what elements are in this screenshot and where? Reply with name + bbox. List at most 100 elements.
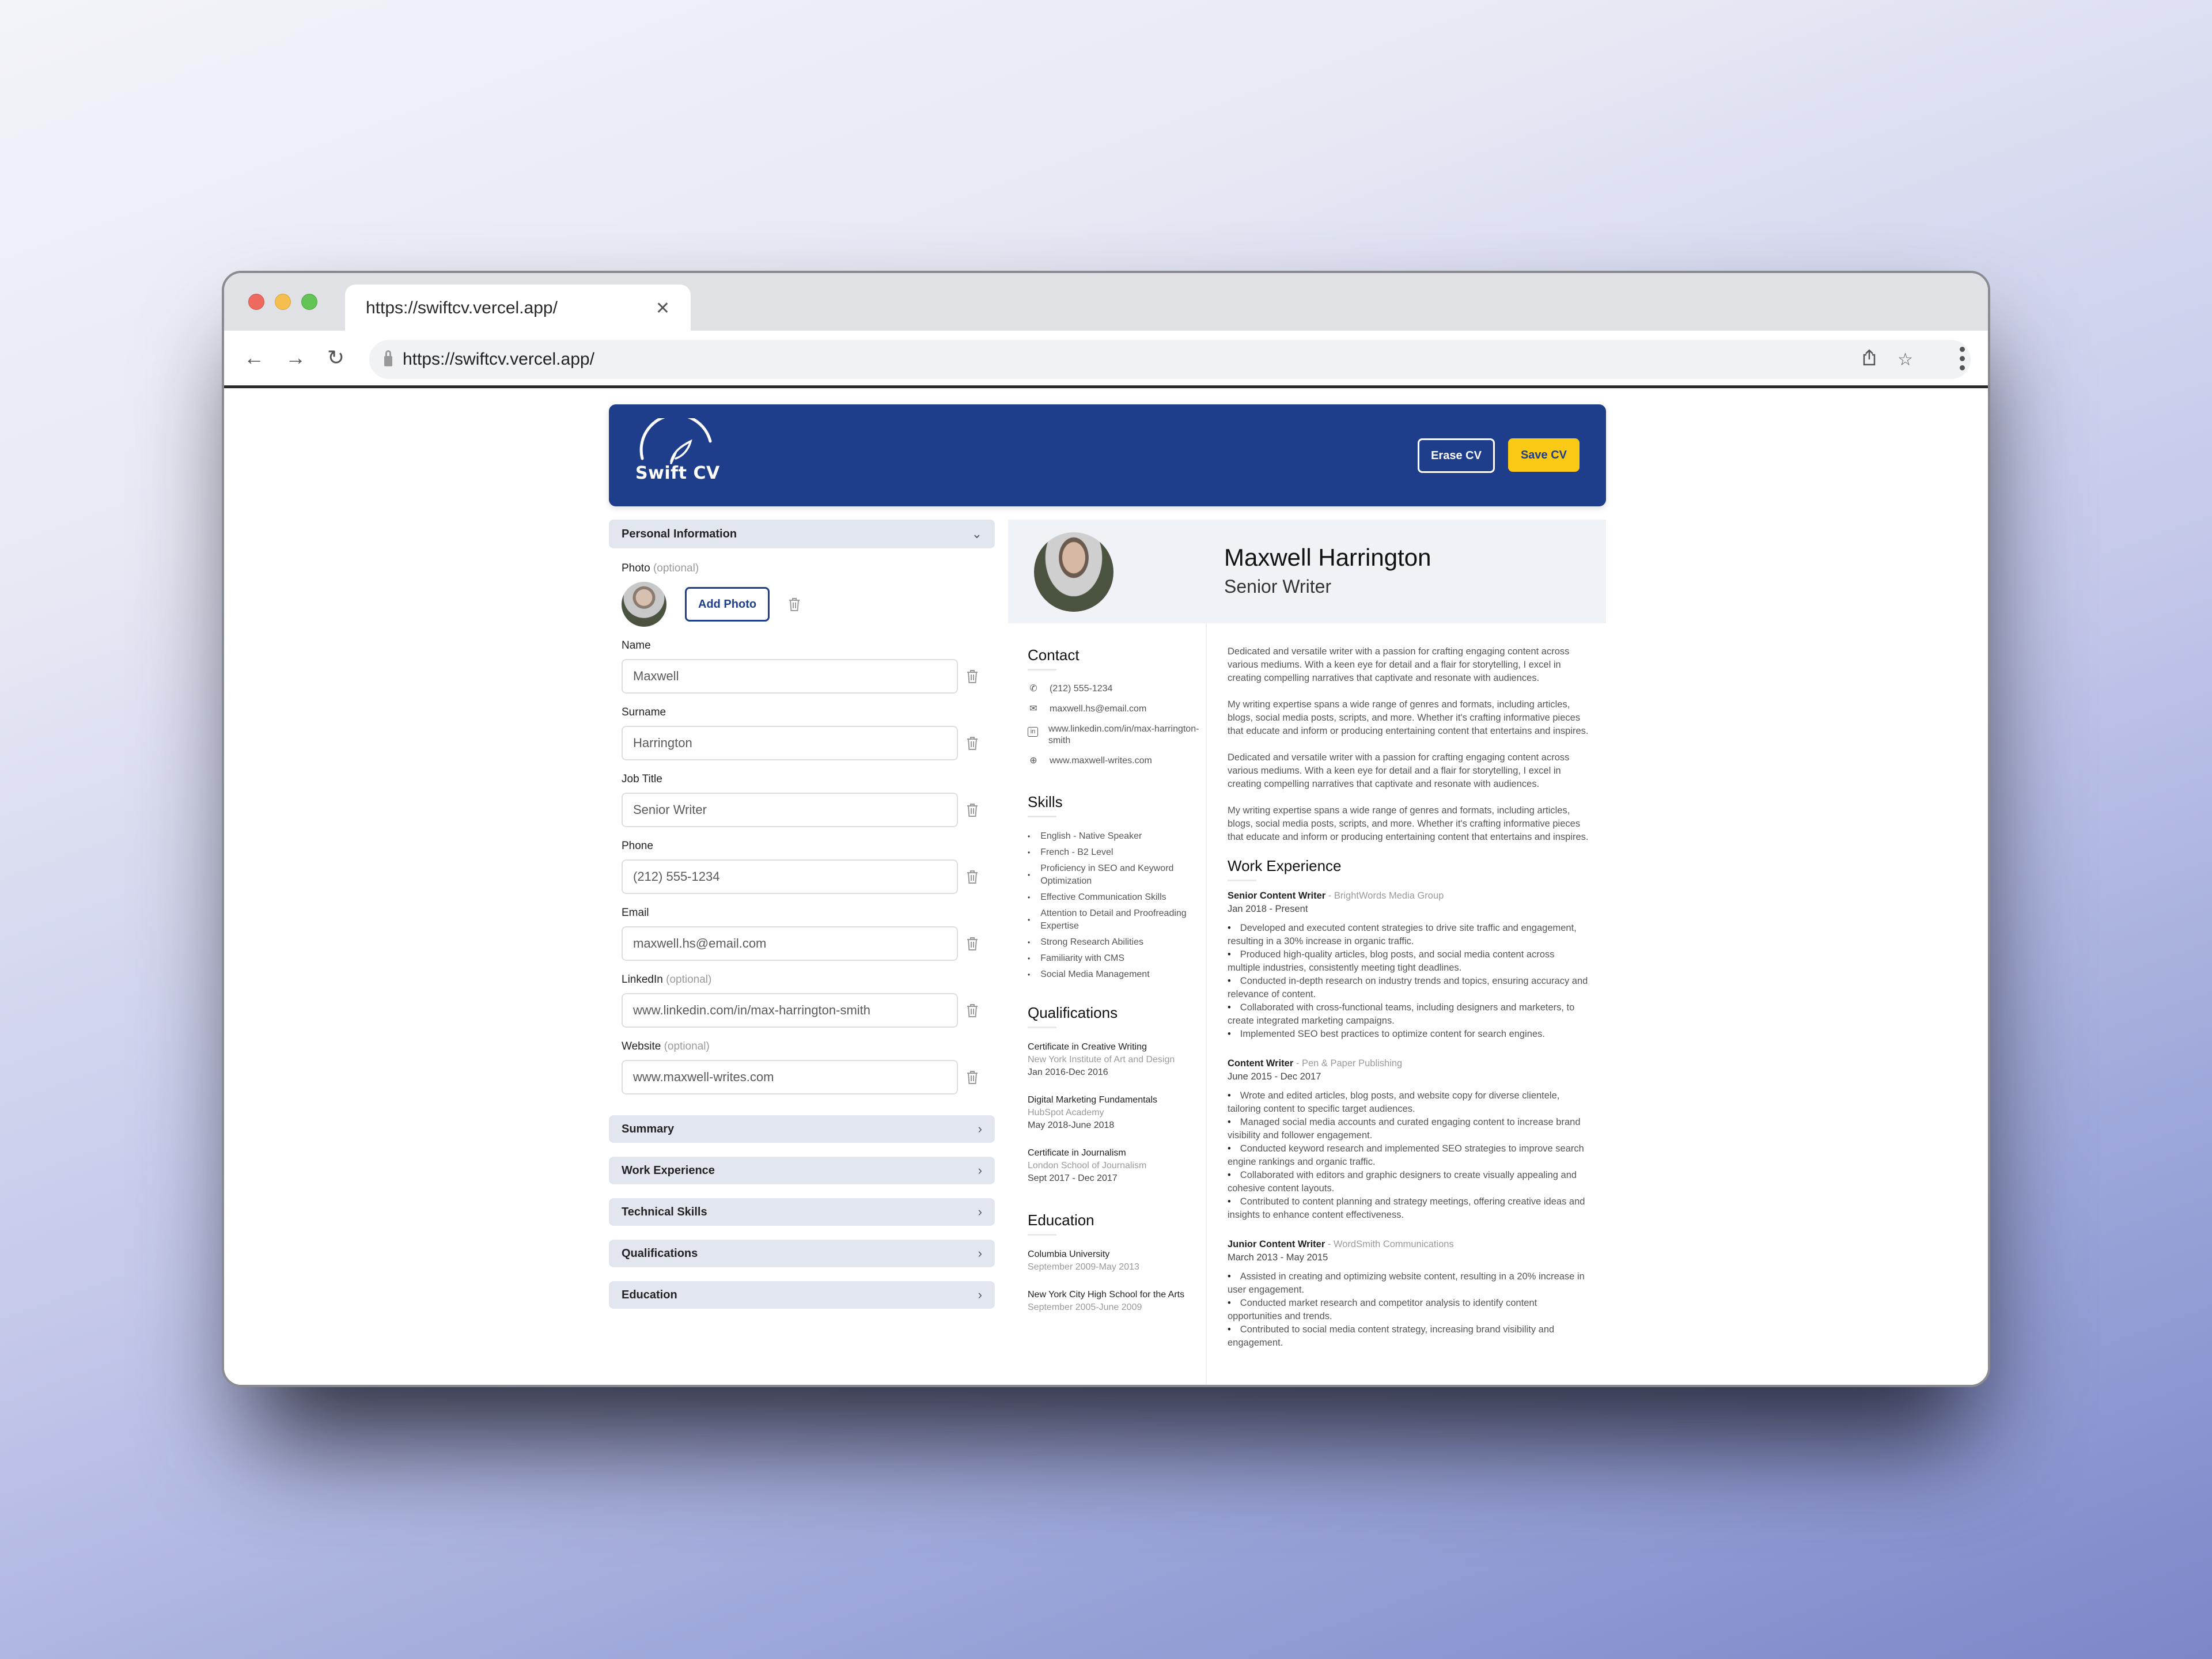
arrow-left-icon[interactable]: ← <box>241 346 267 370</box>
skill-text: Effective Communication Skills <box>1040 892 1166 902</box>
save-cv-button[interactable]: Save CV <box>1508 438 1580 472</box>
job-bullet: Managed social media accounts and curate… <box>1228 1116 1589 1142</box>
cv-qualifications-section: Qualifications Certificate in Creative W… <box>1028 1004 1206 1185</box>
input-row <box>622 726 982 760</box>
job-bullet: Contributed to content planning and stra… <box>1228 1195 1589 1222</box>
education-date: September 2009-May 2013 <box>1028 1262 1139 1272</box>
input-row <box>622 993 982 1028</box>
logo-text: Swift CV <box>635 463 720 483</box>
skills-list: English - Native Speaker French - B2 Leve… <box>1028 830 1206 981</box>
surname-label: Surname <box>622 706 982 719</box>
surname-input[interactable] <box>622 726 958 760</box>
job-date: Jan 2018 - Present <box>1228 904 1308 914</box>
url-text[interactable]: https://swiftcv.vercel.app/ <box>403 350 594 369</box>
linkedin-label: LinkedIn (optional) <box>622 974 982 986</box>
kebab-menu-icon[interactable] <box>1960 347 1965 370</box>
input-row <box>622 859 982 894</box>
input-row <box>622 926 982 961</box>
erase-cv-button[interactable]: Erase CV <box>1418 438 1495 473</box>
tab-bar: https://swiftcv.vercel.app/ ✕ <box>224 273 1988 332</box>
maximize-window-button[interactable] <box>301 294 317 310</box>
cv-photo <box>1034 532 1113 612</box>
job-bullet: Assisted in creating and optimizing webs… <box>1228 1270 1589 1297</box>
qualification-item: Certificate in Creative Writing New York … <box>1028 1041 1206 1079</box>
job-bullet: Contributed to social media content stra… <box>1228 1323 1589 1350</box>
job-bullet: Wrote and edited articles, blog posts, a… <box>1228 1089 1589 1116</box>
heading-underline <box>1028 816 1056 817</box>
section-label: Technical Skills <box>622 1205 707 1218</box>
trash-icon[interactable] <box>966 802 979 817</box>
contact-item: ✉ maxwell.hs@email.com <box>1028 703 1206 715</box>
skill-item: Proficiency in SEO and Keyword Optimizat… <box>1028 862 1206 888</box>
work-heading: Work Experience <box>1228 857 1342 874</box>
skill-item: English - Native Speaker <box>1028 830 1206 843</box>
add-photo-button[interactable]: Add Photo <box>685 587 770 622</box>
field-phone: Phone <box>622 840 982 894</box>
section-technical-skills[interactable]: Technical Skills › <box>609 1198 995 1226</box>
job-date: June 2015 - Dec 2017 <box>1228 1071 1321 1082</box>
cv-sidebar: Contact ✆ (212) 555-1234 ✉ maxwell.hs@email… <box>1008 623 1207 1385</box>
browser-tab[interactable]: https://swiftcv.vercel.app/ ✕ <box>345 285 691 332</box>
trash-icon[interactable] <box>966 936 979 951</box>
trash-icon[interactable] <box>966 1003 979 1018</box>
cv-main: Dedicated and versatile writer with a pa… <box>1208 623 1606 1366</box>
linkedin-input[interactable] <box>622 993 958 1028</box>
heading-underline <box>1228 880 1256 881</box>
minimize-window-button[interactable] <box>275 294 291 310</box>
trash-icon[interactable] <box>966 669 979 684</box>
phone-label: Phone <box>622 840 982 853</box>
chevron-down-icon: ⌄ <box>971 527 982 541</box>
qualification-name: Digital Marketing Fundamentals <box>1028 1095 1157 1105</box>
job-bullet: Conducted keyword research and implement… <box>1228 1142 1589 1169</box>
education-heading: Education <box>1028 1211 1094 1229</box>
trash-icon[interactable] <box>966 869 979 884</box>
education-list: Columbia University September 2009-May 20… <box>1028 1248 1206 1314</box>
contact-text: www.linkedin.com/in/max-harrington-smith <box>1048 724 1199 745</box>
close-icon[interactable]: ✕ <box>656 298 670 319</box>
job-company: WordSmith Communications <box>1333 1239 1454 1249</box>
optional-hint: (optional) <box>664 1040 710 1052</box>
job-entry: Content Writer - Pen & Paper Publishing J… <box>1228 1057 1589 1222</box>
qualification-date: May 2018-June 2018 <box>1028 1120 1115 1130</box>
qualification-item: Certificate in Journalism London School o… <box>1028 1147 1206 1185</box>
qualification-date: Jan 2016-Dec 2016 <box>1028 1067 1108 1077</box>
field-label-text: Surname <box>622 706 666 718</box>
section-education[interactable]: Education › <box>609 1281 995 1309</box>
education-school: New York City High School for the Arts <box>1028 1290 1185 1300</box>
star-icon[interactable]: ☆ <box>1897 350 1913 370</box>
avatar <box>622 582 666 627</box>
phone-input[interactable] <box>622 859 958 894</box>
section-personal-information[interactable]: Personal Information ⌄ <box>609 520 995 548</box>
trash-icon[interactable] <box>788 597 801 612</box>
field-job-title: Job Title <box>622 773 982 827</box>
cv-preview: Maxwell Harrington Senior Writer Contact… <box>1008 520 1606 1385</box>
job-bullets: Assisted in creating and optimizing webs… <box>1228 1270 1589 1350</box>
name-input[interactable] <box>622 659 958 694</box>
address-bar[interactable]: https://swiftcv.vercel.app/ ☆ <box>369 340 1971 379</box>
section-label: Qualifications <box>622 1247 698 1260</box>
field-label-text: Name <box>622 639 651 652</box>
chevron-right-icon: › <box>978 1246 982 1260</box>
website-input[interactable] <box>622 1060 958 1094</box>
contact-heading: Contact <box>1028 646 1080 664</box>
job-company: BrightWords Media Group <box>1334 891 1444 901</box>
close-window-button[interactable] <box>248 294 264 310</box>
share-icon[interactable] <box>1862 349 1877 370</box>
trash-icon[interactable] <box>966 736 979 751</box>
arrow-right-icon[interactable]: → <box>283 346 308 370</box>
section-work-experience[interactable]: Work Experience › <box>609 1157 995 1184</box>
cv-summary: Dedicated and versatile writer with a pa… <box>1228 645 1589 844</box>
reload-icon[interactable]: ↻ <box>323 346 349 370</box>
summary-paragraph: My writing expertise spans a wide range … <box>1228 699 1589 736</box>
section-qualifications[interactable]: Qualifications › <box>609 1240 995 1267</box>
email-input[interactable] <box>622 926 958 961</box>
job-bullet: Conducted in-depth research on industry … <box>1228 975 1589 1001</box>
trash-icon[interactable] <box>966 1070 979 1085</box>
job-heading: Content Writer - Pen & Paper Publishing <box>1228 1057 1589 1070</box>
section-label: Education <box>622 1288 677 1301</box>
section-label: Work Experience <box>622 1164 715 1177</box>
chevron-right-icon: › <box>978 1122 982 1136</box>
section-summary[interactable]: Summary › <box>609 1115 995 1143</box>
job-title-input[interactable] <box>622 793 958 827</box>
education-item: New York City High School for the Arts Se… <box>1028 1289 1206 1314</box>
